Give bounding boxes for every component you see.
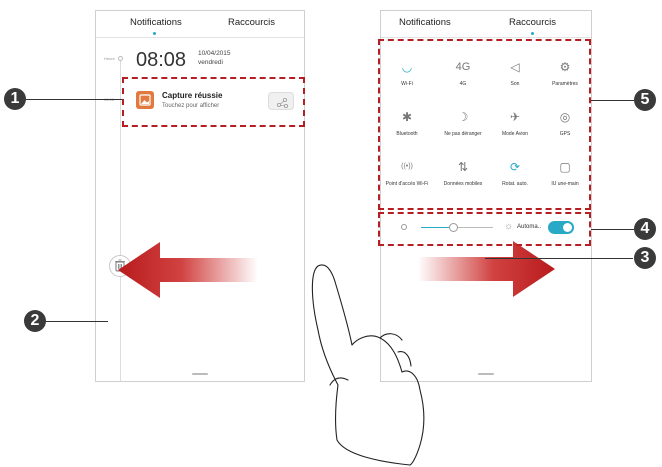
callout-3-leader <box>485 258 633 259</box>
swipe-arrows <box>118 241 555 466</box>
callout-2-leader <box>44 321 108 322</box>
callout-1-leader <box>24 99 122 100</box>
swipe-left-arrow <box>118 242 258 298</box>
swipe-right-arrow <box>418 241 555 297</box>
callout-1: 1 <box>4 88 26 110</box>
callout-3: 3 <box>634 247 656 269</box>
callout-5: 5 <box>634 89 656 111</box>
callout-5-leader <box>591 100 634 101</box>
hand-gesture-drawing <box>311 264 425 466</box>
callout-4-leader <box>591 229 634 230</box>
callout-2: 2 <box>24 310 46 332</box>
callout-4: 4 <box>634 218 656 240</box>
